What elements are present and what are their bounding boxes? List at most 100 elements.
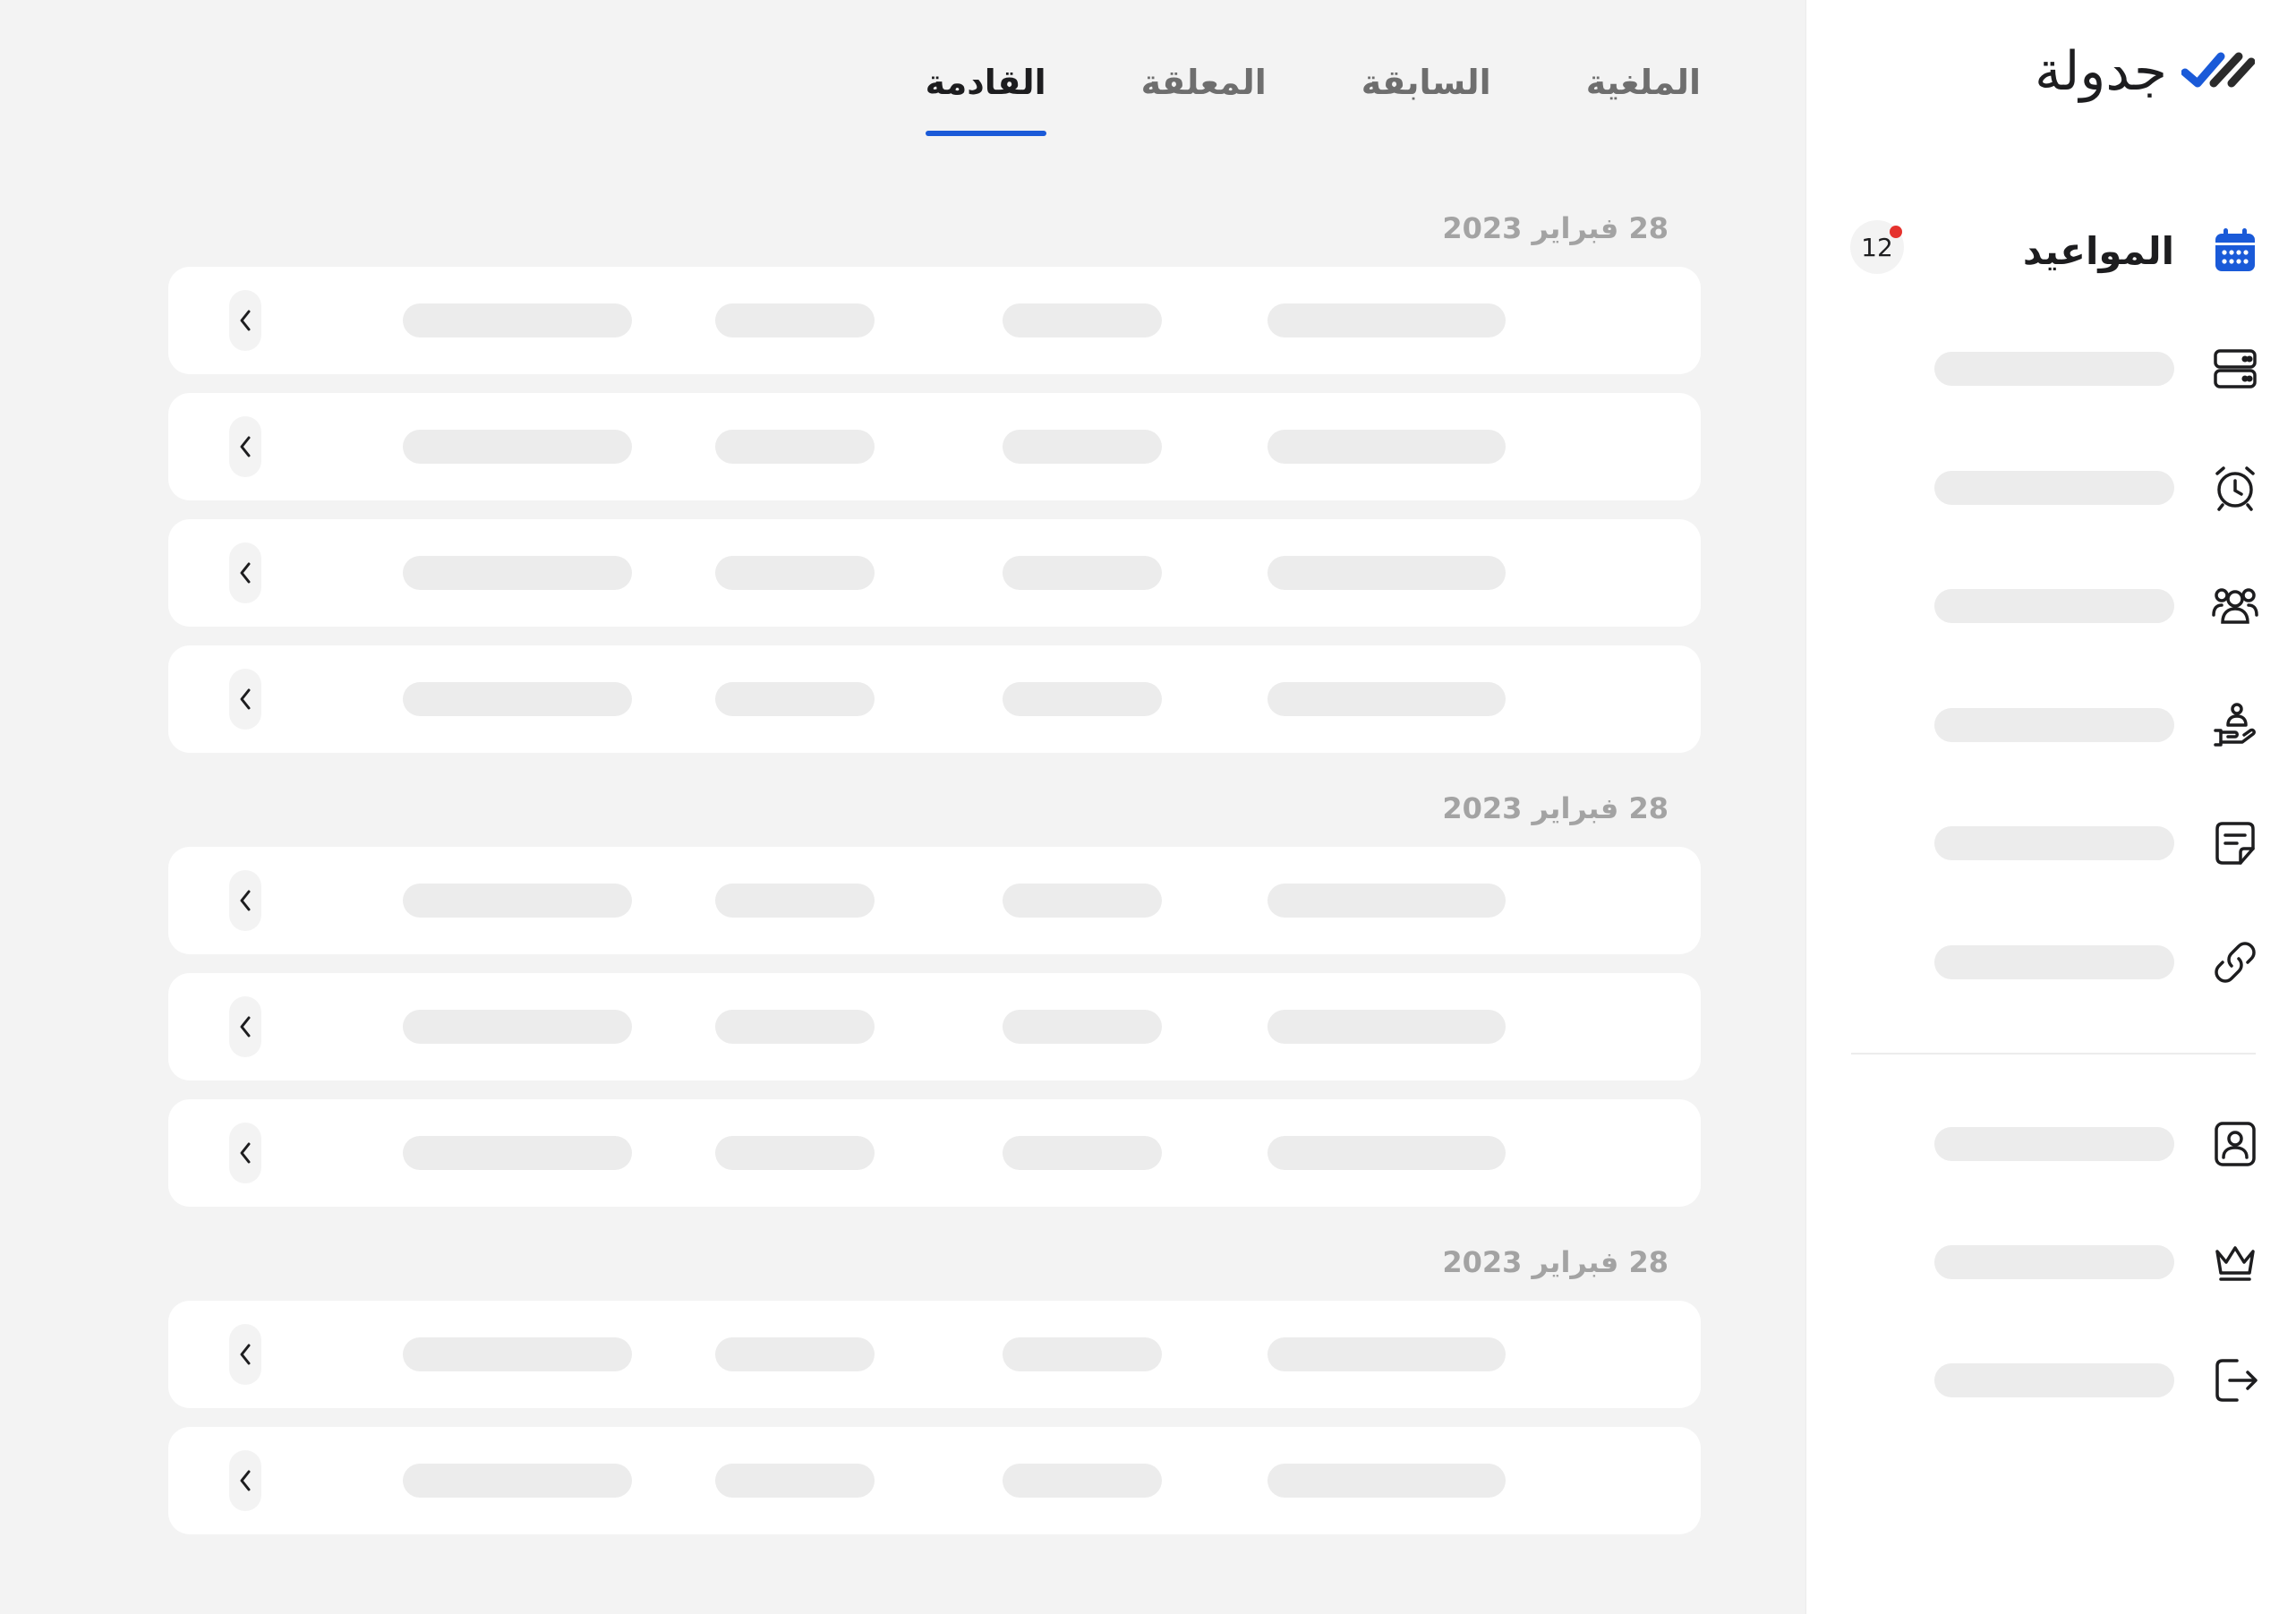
sidebar-item-placeholder <box>1934 589 2174 623</box>
row-placeholder <box>403 430 632 464</box>
chevron-left-icon[interactable] <box>229 996 261 1057</box>
row-placeholder <box>1267 1464 1506 1498</box>
sidebar-item-logout[interactable] <box>1934 1345 2260 1416</box>
tab-upcoming[interactable]: القادمة <box>925 63 1046 136</box>
tab-pending[interactable]: المعلقة <box>1141 63 1267 136</box>
notification-dot <box>1890 226 1902 238</box>
sidebar-item-links[interactable] <box>1934 927 2260 998</box>
app-logo[interactable]: جدولة <box>2034 40 2256 103</box>
users-icon <box>2210 581 2260 631</box>
sidebar-item-staff[interactable] <box>1934 689 2260 761</box>
appointment-row[interactable] <box>168 645 1701 753</box>
logo-check-icon <box>2181 47 2256 96</box>
chevron-left-icon[interactable] <box>229 1123 261 1183</box>
row-placeholder <box>1003 430 1162 464</box>
chevron-left-icon[interactable] <box>229 1324 261 1385</box>
sidebar-item-subscription[interactable] <box>1934 1226 2260 1298</box>
sidebar-item-placeholder <box>1934 1245 2174 1279</box>
row-placeholder <box>403 303 632 337</box>
row-placeholder <box>1267 556 1506 590</box>
link-icon <box>2210 937 2260 987</box>
row-placeholder <box>1267 1337 1506 1371</box>
calendar-icon <box>2210 226 2260 276</box>
row-placeholder <box>1003 1010 1162 1044</box>
row-placeholder <box>403 682 632 716</box>
row-placeholder <box>403 556 632 590</box>
sidebar-divider <box>1851 1053 2256 1055</box>
logout-icon <box>2210 1355 2260 1405</box>
row-placeholder <box>403 1337 632 1371</box>
appointments-list: 28 فبراير 2023 28 فبراير 2023 28 فبراير … <box>168 206 1701 1553</box>
row-placeholder <box>403 1464 632 1498</box>
row-placeholder <box>403 884 632 918</box>
row-placeholder <box>1003 682 1162 716</box>
appointment-row[interactable] <box>168 267 1701 374</box>
row-placeholder <box>715 1010 875 1044</box>
chevron-left-icon[interactable] <box>229 669 261 730</box>
alarm-clock-icon <box>2210 463 2260 513</box>
sidebar-item-placeholder <box>1934 352 2174 386</box>
date-group-label: 28 فبراير 2023 <box>1442 211 1669 245</box>
row-placeholder <box>1267 430 1506 464</box>
row-placeholder <box>1267 1136 1506 1170</box>
chevron-left-icon[interactable] <box>229 290 261 351</box>
chevron-left-icon[interactable] <box>229 1450 261 1511</box>
row-placeholder <box>403 1010 632 1044</box>
tab-cancelled[interactable]: الملغية <box>1586 63 1701 136</box>
appointment-row[interactable] <box>168 1099 1701 1207</box>
row-placeholder <box>1267 303 1506 337</box>
note-icon <box>2210 818 2260 868</box>
sidebar-item-notes[interactable] <box>1934 807 2260 879</box>
row-placeholder <box>715 430 875 464</box>
appointment-tabs: القادمة المعلقة السابقة الملغية <box>925 63 1701 136</box>
appointment-row[interactable] <box>168 973 1701 1080</box>
row-placeholder <box>403 1136 632 1170</box>
chevron-left-icon[interactable] <box>229 416 261 477</box>
sidebar-item-placeholder <box>1934 471 2174 505</box>
row-placeholder <box>1267 884 1506 918</box>
sidebar-item-profile[interactable] <box>1934 1108 2260 1180</box>
sidebar-item-appointments[interactable]: المواعيد <box>2023 215 2260 286</box>
sidebar-item-services[interactable] <box>1934 333 2260 405</box>
appointment-row[interactable] <box>168 847 1701 954</box>
row-placeholder <box>1003 556 1162 590</box>
sidebar-item-placeholder <box>1934 708 2174 742</box>
sidebar-item-placeholder <box>1934 945 2174 979</box>
appointment-row[interactable] <box>168 1301 1701 1408</box>
row-placeholder <box>1267 1010 1506 1044</box>
date-group-label: 28 فبراير 2023 <box>1442 1245 1669 1279</box>
profile-icon <box>2210 1119 2260 1169</box>
date-group-label: 28 فبراير 2023 <box>1442 791 1669 825</box>
row-placeholder <box>1003 1464 1162 1498</box>
notification-badge: 12 <box>1850 220 1904 274</box>
crown-icon <box>2210 1237 2260 1287</box>
row-placeholder <box>715 303 875 337</box>
sidebar-item-reminders[interactable] <box>1934 452 2260 524</box>
row-placeholder <box>715 1337 875 1371</box>
appointment-row[interactable] <box>168 519 1701 627</box>
row-placeholder <box>715 884 875 918</box>
row-placeholder <box>1003 884 1162 918</box>
row-placeholder <box>1267 682 1506 716</box>
chevron-left-icon[interactable] <box>229 542 261 603</box>
service-hand-icon <box>2210 700 2260 750</box>
sidebar-item-placeholder <box>1934 1363 2174 1397</box>
badge-count: 12 <box>1861 232 1893 262</box>
row-placeholder <box>715 556 875 590</box>
row-placeholder <box>715 1136 875 1170</box>
chevron-left-icon[interactable] <box>229 870 261 931</box>
appointment-row[interactable] <box>168 393 1701 500</box>
row-placeholder <box>715 1464 875 1498</box>
logo-text: جدولة <box>2034 40 2167 103</box>
row-placeholder <box>1003 1337 1162 1371</box>
sidebar-item-placeholder <box>1934 826 2174 860</box>
sidebar-item-placeholder <box>1934 1127 2174 1161</box>
row-placeholder <box>1003 303 1162 337</box>
row-placeholder <box>1003 1136 1162 1170</box>
sidebar-item-label: المواعيد <box>2022 228 2174 273</box>
row-placeholder <box>715 682 875 716</box>
appointment-row[interactable] <box>168 1427 1701 1534</box>
server-icon <box>2210 344 2260 394</box>
sidebar-item-clients[interactable] <box>1934 570 2260 642</box>
tab-past[interactable]: السابقة <box>1361 63 1491 136</box>
